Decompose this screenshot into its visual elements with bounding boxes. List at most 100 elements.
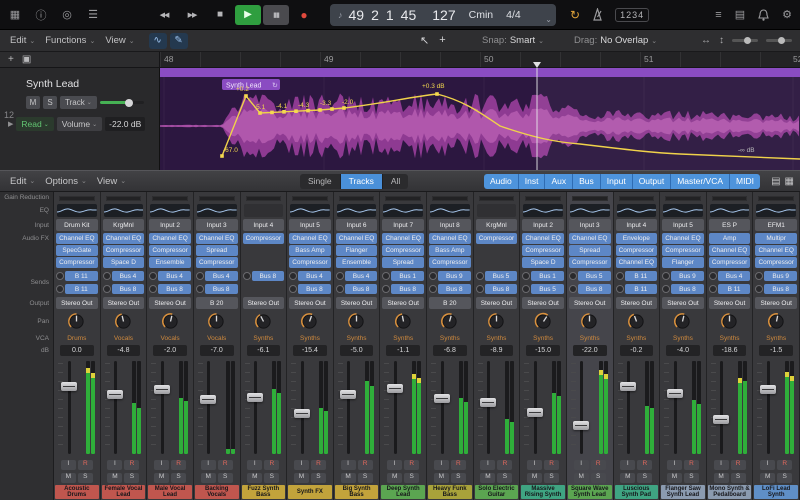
record-enable-button[interactable]: R bbox=[777, 460, 792, 470]
output-slot[interactable]: Stereo Out bbox=[709, 297, 751, 309]
fx-slot[interactable]: Bass Amp bbox=[289, 245, 331, 256]
h-zoom-slider[interactable] bbox=[732, 39, 758, 42]
forward-button[interactable]: ▶▶ bbox=[179, 5, 205, 25]
input-monitor-button[interactable]: I bbox=[667, 460, 682, 470]
send-slot[interactable]: Bus 5 bbox=[531, 284, 564, 294]
channel-strip[interactable]: Input 5 Channel EQBass AmpCompressor Bus… bbox=[287, 192, 334, 500]
fader-cap[interactable] bbox=[667, 389, 683, 398]
channel-strip[interactable]: Input 8 Channel EQBass AmpCompressor Bus… bbox=[427, 192, 474, 500]
fader-cap[interactable] bbox=[760, 385, 776, 394]
channel-strip[interactable]: Input 4 Compressor Bus 8 Stereo Out Synt… bbox=[241, 192, 288, 500]
fader-cap[interactable] bbox=[200, 395, 216, 404]
channel-name[interactable]: Square Wave Synth Lead bbox=[567, 484, 613, 500]
vca-assignment[interactable]: Vocals bbox=[147, 333, 193, 344]
lcd-display[interactable]: ♪ 49 2 1 45 127 Cmin 4/4 ⌄ bbox=[330, 4, 556, 26]
fx-slot[interactable]: Compressor bbox=[103, 245, 145, 256]
send-slot[interactable]: Bus 4 bbox=[158, 271, 191, 281]
automation-lane[interactable]: Synth Lead ↻ +0.2-5.1-4.1-4.3-3.3-2.0+0.… bbox=[160, 68, 800, 170]
input-monitor-button[interactable]: I bbox=[434, 460, 449, 470]
record-enable-button[interactable]: R bbox=[311, 460, 326, 470]
fader-track[interactable] bbox=[207, 361, 210, 454]
pan-knob[interactable] bbox=[334, 310, 380, 333]
narrow-view-icon[interactable]: ▤ bbox=[771, 176, 780, 187]
fx-slot[interactable]: Channel EQ bbox=[569, 233, 611, 244]
smart-controls-icon[interactable]: ◎ bbox=[56, 5, 78, 25]
volume-readout[interactable]: -4.0 bbox=[666, 345, 700, 356]
solo-button[interactable]: S bbox=[218, 473, 233, 483]
input-monitor-button[interactable]: I bbox=[341, 460, 356, 470]
channel-name[interactable]: Mono Synth & Pedalboard bbox=[707, 484, 753, 500]
send-knob[interactable] bbox=[709, 272, 717, 280]
send-knob[interactable] bbox=[243, 272, 251, 280]
pan-knob[interactable] bbox=[101, 310, 147, 333]
send-slot[interactable]: Bus 1 bbox=[391, 271, 424, 281]
pan-knob[interactable] bbox=[380, 310, 426, 333]
send-slot[interactable]: Bus 9 bbox=[764, 271, 797, 281]
send-knob[interactable] bbox=[429, 285, 437, 293]
input-slot[interactable]: Input 4 bbox=[616, 219, 658, 231]
pan-knob[interactable] bbox=[707, 310, 753, 333]
fx-slot[interactable]: Compressor bbox=[196, 257, 238, 268]
send-slot[interactable]: B 11 bbox=[65, 284, 98, 294]
fx-slot[interactable]: Channel EQ bbox=[336, 233, 378, 244]
send-slot[interactable]: B 11 bbox=[625, 284, 658, 294]
send-knob[interactable] bbox=[662, 272, 670, 280]
send-slot[interactable]: Bus 5 bbox=[485, 271, 518, 281]
rewind-button[interactable]: ◀◀ bbox=[151, 5, 177, 25]
duplicate-track-button[interactable]: ▣ bbox=[22, 54, 31, 65]
eq-thumbnail[interactable] bbox=[101, 203, 147, 218]
solo-button[interactable]: S bbox=[451, 473, 466, 483]
input-monitor-button[interactable]: I bbox=[760, 460, 775, 470]
eq-thumbnail[interactable] bbox=[614, 203, 660, 218]
solo-button[interactable]: S bbox=[264, 473, 279, 483]
filter-output[interactable]: Output bbox=[633, 174, 672, 189]
mute-button[interactable]: M bbox=[527, 473, 542, 483]
input-monitor-button[interactable]: I bbox=[61, 460, 76, 470]
send-slot[interactable]: Bus 4 bbox=[718, 271, 751, 281]
channel-name[interactable]: Luscious Synth Pad bbox=[614, 484, 660, 500]
input-monitor-button[interactable]: I bbox=[154, 460, 169, 470]
fader-track[interactable] bbox=[68, 361, 71, 454]
send-knob[interactable] bbox=[709, 285, 717, 293]
fader-track[interactable] bbox=[254, 361, 257, 454]
v-zoom-slider[interactable] bbox=[766, 39, 792, 42]
pan-knob[interactable] bbox=[147, 310, 193, 333]
fx-slot[interactable]: Channel EQ bbox=[382, 233, 424, 244]
channel-name[interactable]: Synth FX bbox=[287, 484, 333, 500]
fader-track[interactable] bbox=[767, 361, 770, 454]
input-monitor-button[interactable]: I bbox=[620, 460, 635, 470]
mute-button[interactable]: M bbox=[714, 473, 729, 483]
lists-icon[interactable]: ≡ bbox=[715, 9, 721, 21]
input-monitor-button[interactable]: I bbox=[574, 460, 589, 470]
input-monitor-button[interactable]: I bbox=[294, 460, 309, 470]
fader-track[interactable] bbox=[674, 361, 677, 454]
vca-assignment[interactable]: Synths bbox=[753, 333, 799, 344]
volume-readout[interactable]: -6.8 bbox=[433, 345, 467, 356]
pan-knob[interactable] bbox=[520, 310, 566, 333]
send-slot[interactable]: Bus 9 bbox=[671, 271, 704, 281]
vca-assignment[interactable]: Synths bbox=[427, 333, 473, 344]
vca-assignment[interactable]: Synths bbox=[567, 333, 613, 344]
send-knob[interactable] bbox=[569, 272, 577, 280]
track-name[interactable]: Synth Lead bbox=[26, 78, 79, 90]
channel-name[interactable]: Big Synth Bass bbox=[334, 484, 380, 500]
fader-track[interactable] bbox=[114, 361, 117, 454]
metronome-icon[interactable] bbox=[592, 8, 603, 21]
view-mode-all[interactable]: All bbox=[383, 174, 408, 189]
mute-button[interactable]: M bbox=[760, 473, 775, 483]
settings-icon[interactable]: ⚙ bbox=[782, 8, 792, 21]
fx-slot[interactable]: Space D bbox=[522, 257, 564, 268]
send-knob[interactable] bbox=[476, 285, 484, 293]
view-mode-single[interactable]: Single bbox=[300, 174, 341, 189]
bar-ruler[interactable]: 4849505152 bbox=[160, 52, 800, 67]
input-slot[interactable]: KrgMnl bbox=[103, 219, 145, 231]
mute-button[interactable]: M bbox=[107, 473, 122, 483]
vca-assignment[interactable]: Synths bbox=[287, 333, 333, 344]
output-slot[interactable]: Stereo Out bbox=[289, 297, 331, 309]
send-slot[interactable]: B 11 bbox=[625, 271, 658, 281]
solo-button[interactable]: S bbox=[311, 473, 326, 483]
fader-cap[interactable] bbox=[387, 384, 403, 393]
fader-track[interactable] bbox=[720, 361, 723, 454]
output-slot[interactable]: Stereo Out bbox=[382, 297, 424, 309]
send-slot[interactable]: Bus 8 bbox=[764, 284, 797, 294]
